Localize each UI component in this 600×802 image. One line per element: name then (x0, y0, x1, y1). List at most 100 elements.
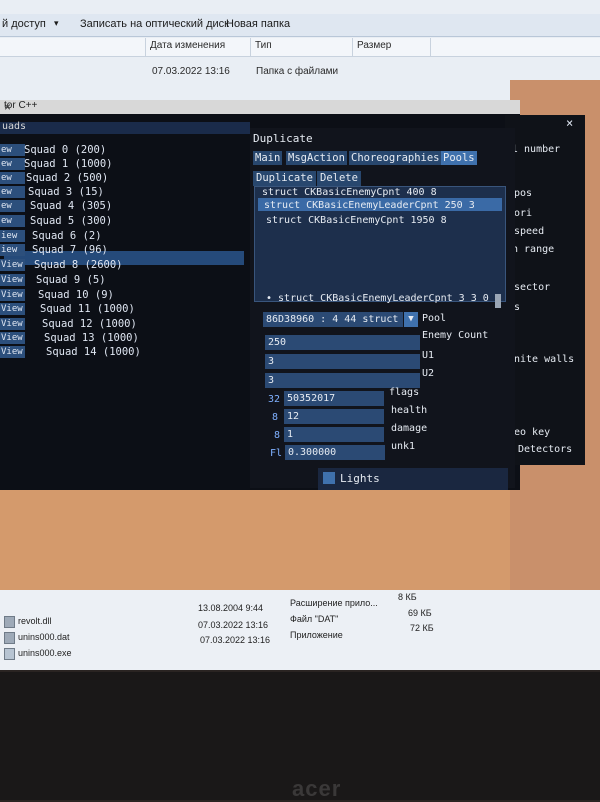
acer-logo: acer (292, 776, 342, 801)
view-button[interactable]: View (0, 303, 25, 315)
view-button[interactable]: View (0, 259, 25, 271)
flags-label: flags (389, 387, 420, 398)
chevron-down-icon[interactable]: ▼ (404, 312, 418, 327)
u1-field[interactable]: 3 (265, 354, 420, 369)
list-item[interactable]: struct CKBasicEnemyLeaderCpnt 250 3 (264, 200, 475, 211)
column-type[interactable]: Тип (255, 40, 272, 51)
exe-file-icon (4, 648, 15, 660)
unk1-field[interactable]: 0.300000 (285, 445, 385, 460)
file-size: 72 КБ (410, 623, 434, 633)
squad-label[interactable]: Squad 13 (1000) (44, 332, 139, 344)
view-button[interactable]: ew (0, 186, 25, 198)
side-label: nite walls (514, 354, 575, 365)
duplicate-button[interactable]: Duplicate (253, 171, 316, 186)
squads-header-label: uads (2, 121, 27, 132)
panel-title: Duplicate (253, 132, 313, 145)
side-label: speed (514, 226, 545, 237)
file-type: Папка с файлами (256, 66, 339, 77)
view-button[interactable]: View (0, 332, 25, 344)
file-date: 07.03.2022 13:16 (152, 66, 230, 77)
view-button[interactable]: ew (0, 158, 25, 170)
view-button[interactable]: ew (0, 215, 25, 227)
damage-field[interactable]: 1 (284, 427, 384, 442)
unk1-type: Fl (270, 448, 283, 459)
file-type: Приложение (290, 630, 343, 640)
squad-label[interactable]: Squad 7 (96) (32, 244, 108, 256)
lights-checkbox[interactable] (323, 472, 335, 484)
tab-pools[interactable]: Pools (441, 151, 477, 165)
damage-label: damage (391, 423, 428, 434)
enemy-count-label: Enemy Count (422, 330, 489, 341)
explorer-toolbar: й доступ ▾ Записать на оптический диск Н… (0, 14, 600, 37)
flags-type: 32 (268, 394, 281, 405)
view-button[interactable]: ew (0, 200, 25, 212)
health-label: health (391, 405, 428, 416)
squad-label[interactable]: Squad 8 (2600) (34, 259, 123, 271)
scrollbar-thumb[interactable] (495, 294, 501, 308)
view-button[interactable]: ew (0, 172, 25, 184)
side-label: l number (512, 144, 561, 155)
squads-header: uads (0, 121, 250, 134)
dat-file-icon (4, 632, 15, 644)
file-date: 07.03.2022 13:16 (200, 635, 271, 645)
column-size[interactable]: Размер (357, 40, 391, 51)
u2-field[interactable]: 3 (265, 373, 420, 388)
tab-msgaction[interactable]: MsgAction (286, 151, 347, 165)
squad-label[interactable]: Squad 12 (1000) (42, 318, 137, 330)
view-button[interactable]: iew (0, 230, 25, 242)
view-button[interactable]: ew (0, 144, 25, 156)
column-headers: Дата изменения Тип Размер (0, 38, 600, 57)
close-icon[interactable]: × (566, 116, 573, 130)
tab-main[interactable]: Main (253, 151, 283, 165)
squad-label[interactable]: Squad 6 (2) (32, 230, 102, 242)
side-label: sector (514, 282, 551, 293)
file-type: Расширение прило... (290, 598, 378, 608)
list-item[interactable]: struct CKBasicEnemyCpnt 1950 8 (266, 215, 447, 226)
tab-choreographies[interactable]: Choreographies (349, 151, 442, 165)
list-item[interactable]: struct CKBasicEnemyCpnt 400 8 (262, 187, 437, 198)
squad-label[interactable]: Squad 1 (1000) (24, 158, 113, 170)
file-type: Файл "DAT" (290, 614, 339, 624)
file-date: 07.03.2022 13:16 (198, 620, 269, 630)
u1-label: U1 (422, 350, 435, 361)
squad-label[interactable]: Squad 4 (305) (30, 200, 112, 212)
view-button[interactable]: View (0, 289, 25, 301)
squad-label[interactable]: Squad 2 (500) (26, 172, 108, 184)
squad-label[interactable]: Squad 11 (1000) (40, 303, 135, 315)
file-size: 69 КБ (408, 608, 432, 618)
side-label: h range (512, 244, 555, 255)
file-name[interactable]: revolt.dll (18, 616, 52, 626)
explorer-file-list: 13.08.2004 9:44 Расширение прило... 8 КБ… (0, 590, 600, 670)
pool-label: Pool (422, 313, 447, 324)
squad-label[interactable]: Squad 0 (200) (24, 144, 106, 156)
squad-label[interactable]: Squad 10 (9) (38, 289, 114, 301)
squad-label[interactable]: Squad 9 (5) (36, 274, 106, 286)
view-button[interactable]: View (0, 274, 25, 286)
column-date[interactable]: Дата изменения (150, 40, 225, 51)
share-menu[interactable]: й доступ (2, 18, 46, 30)
selected-node[interactable]: • struct CKBasicEnemyLeaderCpnt 3 3 0 (266, 293, 489, 304)
view-button[interactable]: iew (0, 244, 25, 256)
health-field[interactable]: 12 (284, 409, 384, 424)
chevron-down-icon[interactable]: ▾ (54, 18, 59, 29)
file-name[interactable]: unins000.exe (18, 648, 72, 658)
squad-label[interactable]: Squad 5 (300) (30, 215, 112, 227)
u2-label: U2 (422, 368, 435, 379)
side-label: eo key (514, 427, 551, 438)
dll-file-icon (4, 616, 15, 628)
pool-ref-field[interactable]: 86D38960 : 4 44 struct CK (263, 312, 417, 327)
file-name[interactable]: unins000.dat (18, 632, 70, 642)
squad-label[interactable]: Squad 3 (15) (28, 186, 104, 198)
enemy-count-field[interactable]: 250 (265, 335, 420, 350)
new-folder-button[interactable]: Новая папка (226, 18, 290, 30)
unk1-label: unk1 (391, 441, 416, 452)
burn-disc-button[interactable]: Записать на оптический диск (80, 18, 229, 30)
lights-label: Lights (340, 472, 380, 485)
delete-button[interactable]: Delete (317, 171, 361, 186)
squad-label[interactable]: Squad 14 (1000) (46, 346, 141, 358)
view-button[interactable]: View (0, 318, 25, 330)
file-date: 13.08.2004 9:44 (198, 603, 264, 613)
close-icon[interactable]: × (4, 100, 11, 114)
view-button[interactable]: View (0, 346, 25, 358)
flags-field[interactable]: 50352017 (284, 391, 384, 406)
